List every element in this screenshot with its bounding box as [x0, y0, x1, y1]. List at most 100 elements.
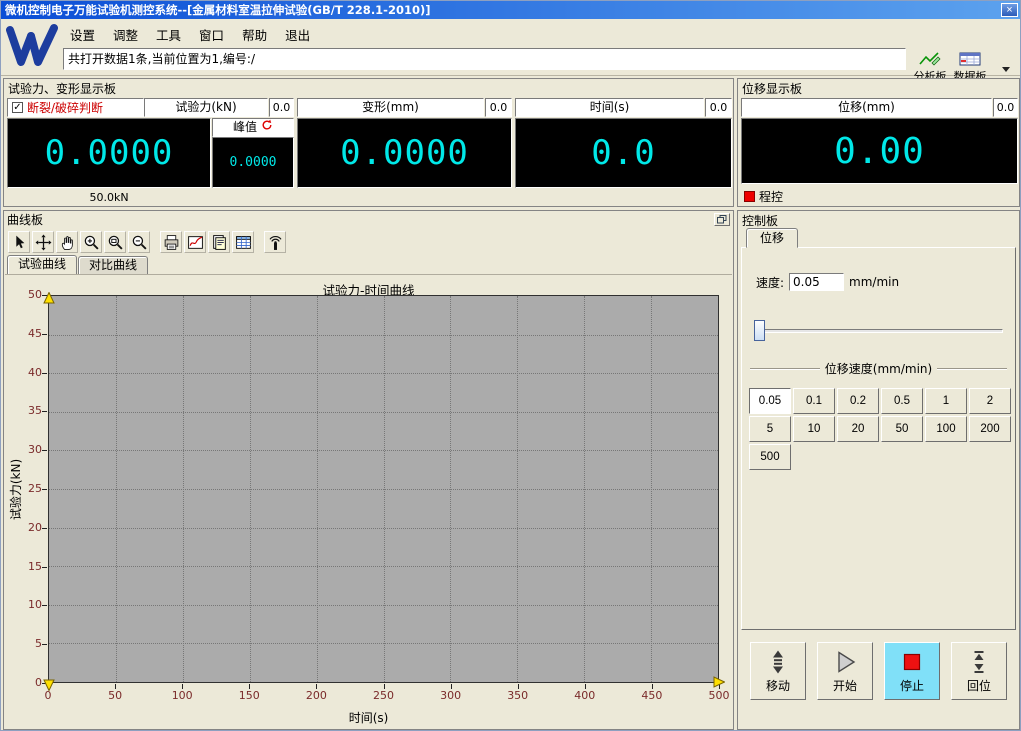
menu-item-4[interactable]: 窗口 — [190, 22, 233, 47]
time-aux-value: 0.0 — [705, 98, 732, 117]
speed-options-grid: 0.050.10.20.512 5102050100200 500 — [749, 388, 1011, 470]
move-label: 移动 — [766, 677, 790, 694]
export-curve-icon — [187, 234, 204, 251]
tab-test-curve[interactable]: 试验曲线 — [7, 255, 77, 274]
curve-tabs: 试验曲线对比曲线 — [7, 255, 149, 274]
slider-track[interactable] — [754, 329, 1003, 333]
move-icon — [765, 649, 791, 675]
close-button[interactable]: × — [1001, 3, 1018, 17]
title-bar: 微机控制电子万能试验机测控系统--[金属材料室温拉伸试验(GB/T 228.1-… — [1, 1, 1020, 19]
menu-item-3[interactable]: 工具 — [147, 22, 190, 47]
menu-item-2[interactable]: 调整 — [104, 22, 147, 47]
plot-area[interactable] — [48, 295, 719, 683]
open-data-text: 共打开数据1条,当前位置为1,编号:/ — [68, 52, 255, 66]
data-board-icon — [958, 51, 982, 67]
y-tick-mark — [42, 334, 47, 335]
zoom-out-button[interactable] — [128, 231, 150, 253]
y-tick-label: 50 — [9, 288, 42, 301]
zoom-out-icon — [131, 234, 148, 251]
move-button[interactable]: 移动 — [750, 642, 806, 700]
data-grid-icon — [235, 234, 252, 251]
speed-option-0.5[interactable]: 0.5 — [881, 388, 923, 414]
popout-icon — [717, 215, 727, 224]
speed-option-2[interactable]: 2 — [969, 388, 1011, 414]
speed-option-1[interactable]: 1 — [925, 388, 967, 414]
speed-option-100[interactable]: 100 — [925, 416, 967, 442]
curve-panel: 曲线板 试验曲线对比曲线 试验力-时间曲线 试验力(kN) 时间(s) 0501… — [3, 210, 734, 730]
speed-option-200[interactable]: 200 — [969, 416, 1011, 442]
speed-option-500[interactable]: 500 — [749, 444, 791, 470]
tab-displacement[interactable]: 位移 — [746, 228, 798, 248]
peak-display: 0.0000 — [212, 137, 294, 188]
grid-line-h — [49, 643, 718, 644]
displacement-value: 0.00 — [834, 131, 925, 172]
x-tick-label: 150 — [239, 689, 260, 702]
more-tools-dropdown[interactable] — [999, 63, 1013, 75]
y-tick-mark — [42, 411, 47, 412]
speed-option-20[interactable]: 20 — [837, 416, 879, 442]
start-button[interactable]: 开始 — [817, 642, 873, 700]
y-tick-mark — [42, 644, 47, 645]
speed-option-0.1[interactable]: 0.1 — [793, 388, 835, 414]
speed-input[interactable] — [789, 273, 844, 291]
pan-hand-button[interactable] — [56, 231, 78, 253]
displacement-aux-value: 0.0 — [993, 98, 1018, 117]
grid-line-h — [49, 489, 718, 490]
x-tick-label: 300 — [440, 689, 461, 702]
y-tick-mark — [42, 489, 47, 490]
print-button[interactable] — [160, 231, 182, 253]
curve-panel-title: 曲线板 — [7, 211, 43, 228]
print-icon — [163, 234, 180, 251]
menu-item-6[interactable]: 退出 — [276, 22, 319, 47]
x-tick-label: 250 — [373, 689, 394, 702]
control-panel-title: 控制板 — [738, 211, 1019, 227]
axis-marker-origin[interactable] — [43, 679, 55, 691]
move-crosshair-button[interactable] — [32, 231, 54, 253]
report-icon — [211, 234, 228, 251]
menu-item-1[interactable]: 设置 — [61, 22, 104, 47]
data-grid-button[interactable] — [232, 231, 254, 253]
chevron-down-icon — [1002, 67, 1010, 76]
x-tick-label: 100 — [172, 689, 193, 702]
speed-option-0.2[interactable]: 0.2 — [837, 388, 879, 414]
zoom-in-button[interactable] — [80, 231, 102, 253]
force-header: 试验力(kN) — [144, 98, 268, 117]
select-cursor-button[interactable] — [8, 231, 30, 253]
speed-option-10[interactable]: 10 — [793, 416, 835, 442]
speed-option-50[interactable]: 50 — [881, 416, 923, 442]
speed-row: 速度: mm/min — [756, 273, 899, 291]
popout-panel-button[interactable] — [714, 213, 730, 226]
brand-logo — [5, 22, 59, 72]
speed-slider[interactable] — [754, 318, 1003, 344]
home-button[interactable]: 回位 — [951, 642, 1007, 700]
y-tick-label: 45 — [9, 327, 42, 340]
time-header: 时间(s) — [515, 98, 704, 117]
y-tick-mark — [42, 605, 47, 606]
y-tick-label: 20 — [9, 521, 42, 534]
y-tick-label: 35 — [9, 404, 42, 417]
fracture-judge-checkbox[interactable]: ✓ 断裂/破碎判断 — [7, 98, 144, 117]
menu-area: 设置调整工具窗口帮助退出 共打开数据1条,当前位置为1,编号:/ 分析板 数据板 — [1, 19, 1020, 76]
y-tick-mark — [42, 450, 47, 451]
axis-marker-top[interactable] — [43, 292, 55, 304]
speed-option-5[interactable]: 5 — [749, 416, 791, 442]
speed-label: 速度: — [756, 274, 784, 291]
grid-line-h — [49, 528, 718, 529]
refresh-peak-icon[interactable] — [261, 119, 273, 136]
signal-button[interactable] — [264, 231, 286, 253]
slider-thumb[interactable] — [754, 320, 765, 341]
peak-value: 0.0000 — [230, 155, 277, 170]
legend-line-left — [750, 368, 820, 370]
stop-button[interactable]: 停止 — [884, 642, 940, 700]
speed-option-0.05[interactable]: 0.05 — [749, 388, 791, 414]
checkbox-checked-icon: ✓ — [12, 102, 23, 113]
zoom-window-button[interactable] — [104, 231, 126, 253]
zoom-window-icon — [107, 234, 124, 251]
y-tick-label: 40 — [9, 366, 42, 379]
menu-item-5[interactable]: 帮助 — [233, 22, 276, 47]
axis-marker-right[interactable] — [713, 676, 725, 688]
tab-compare-curve[interactable]: 对比曲线 — [78, 256, 148, 274]
chart-region: 试验力-时间曲线 试验力(kN) 时间(s) 05010015020025030… — [5, 274, 732, 728]
report-button[interactable] — [208, 231, 230, 253]
export-curve-button[interactable] — [184, 231, 206, 253]
